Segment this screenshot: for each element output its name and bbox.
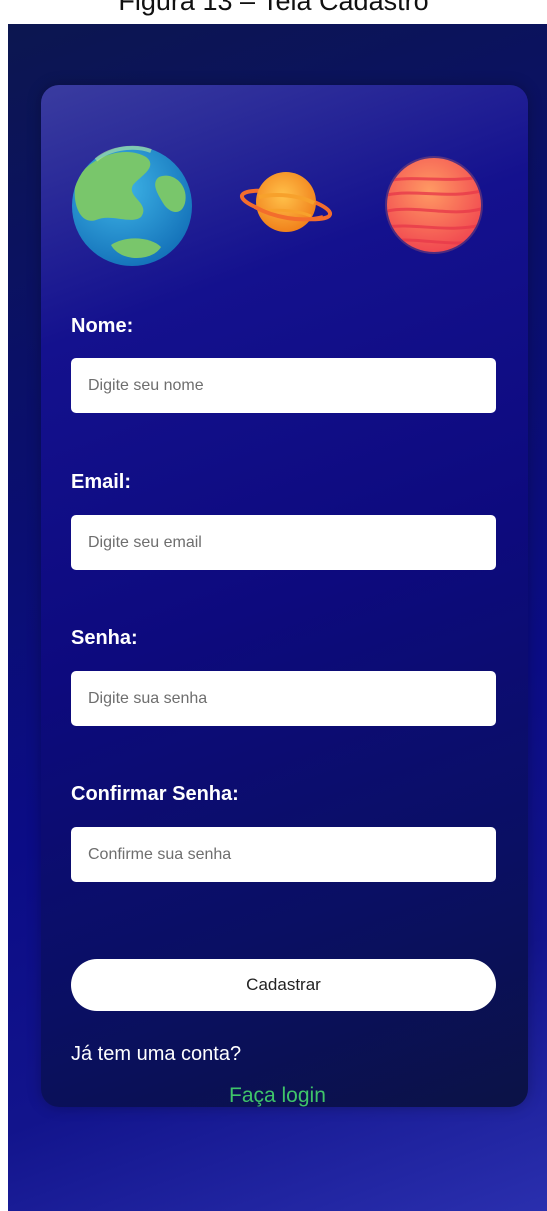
signup-card: Nome: Digite seu nome Email: Digite seu … [41,85,528,1107]
email-label: Email: [71,471,132,493]
nome-placeholder: Digite seu nome [88,376,204,394]
confirmar-senha-label: Confirmar Senha: [71,783,239,805]
login-question: Já tem uma conta? [71,1043,242,1065]
senha-input[interactable]: Digite sua senha [71,671,496,726]
confirmar-senha-input[interactable]: Confirme sua senha [71,827,496,882]
login-link[interactable]: Faça login [229,1084,326,1108]
planets-illustration [72,145,483,266]
ringed-planet-icon [239,172,333,232]
nome-input[interactable]: Digite seu nome [71,358,496,413]
email-input[interactable]: Digite seu email [71,515,496,570]
cadastrar-button[interactable]: Cadastrar [71,959,496,1011]
figure-caption: Figura 13 – Tela Cadastro [118,0,429,16]
email-placeholder: Digite seu email [88,533,202,551]
red-planet-icon [385,156,483,254]
senha-placeholder: Digite sua senha [88,689,208,707]
earth-icon [72,145,192,266]
nome-label: Nome: [71,315,134,337]
confirmar-senha-placeholder: Confirme sua senha [88,845,232,863]
signup-screen: Nome: Digite seu nome Email: Digite seu … [8,24,547,1211]
senha-label: Senha: [71,627,138,649]
